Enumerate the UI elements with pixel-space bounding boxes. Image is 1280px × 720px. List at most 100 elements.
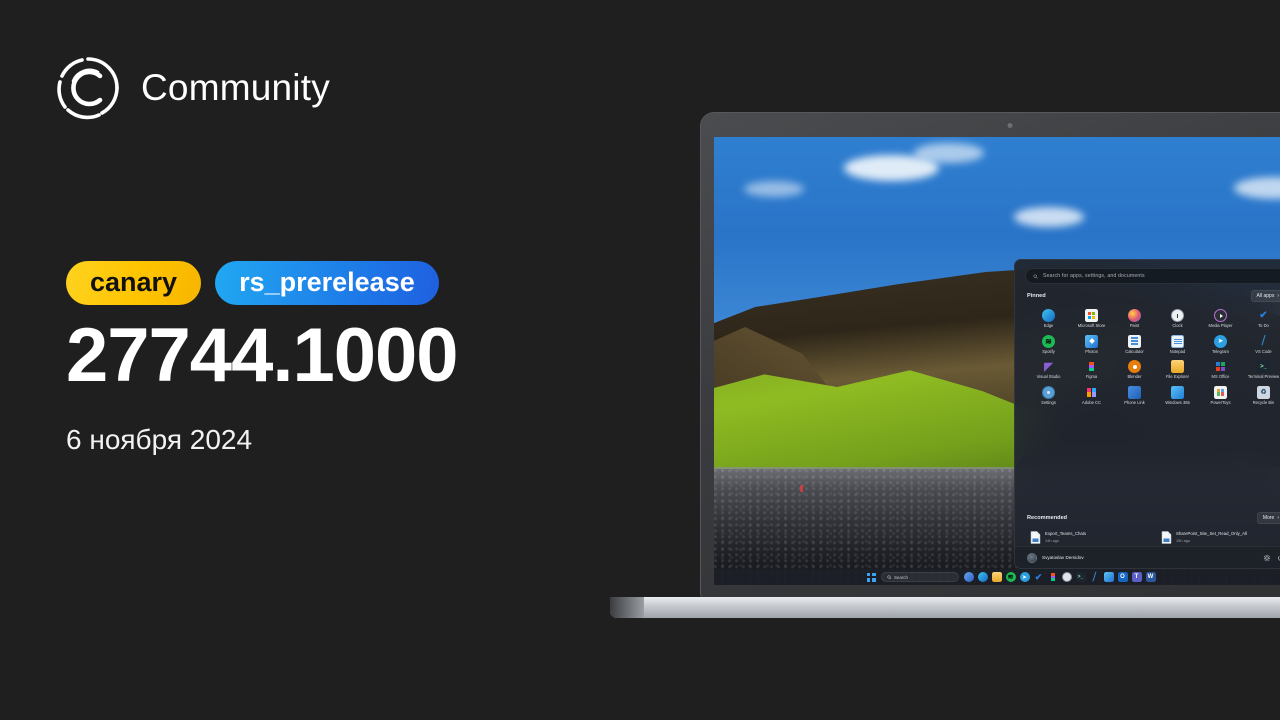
telegram-icon: ➤ (1214, 334, 1227, 348)
pinned-app-ms-office[interactable]: MS Office (1199, 358, 1242, 381)
taskbar-file-explorer-icon[interactable] (991, 572, 1002, 582)
pinned-app-recycle-bin[interactable]: ♻ Recycle Bin (1242, 384, 1280, 407)
pinned-app-blender[interactable]: Blender (1113, 358, 1156, 381)
laptop-screen: Search for apps, settings, and documents… (714, 137, 1280, 585)
pinned-app-label: Paint (1129, 323, 1140, 328)
pinned-app-vs-code[interactable]: ⧸ VS Code (1242, 333, 1280, 356)
calculator-icon (1128, 334, 1141, 348)
windows-start-icon[interactable] (866, 572, 876, 582)
avatar-icon[interactable] (1027, 552, 1037, 563)
pinned-app-visual-studio[interactable]: ◤ Visual Studio (1027, 358, 1070, 381)
pinned-app-notepad[interactable]: Notepad (1156, 333, 1199, 356)
pinned-app-label: Terminal Preview (1247, 374, 1280, 379)
pinned-app-label: Microsoft Store (1077, 323, 1106, 328)
taskbar-outlook-icon[interactable]: O (1117, 572, 1128, 582)
pinned-app-paint[interactable]: Paint (1113, 307, 1156, 330)
start-menu[interactable]: Search for apps, settings, and documents… (1014, 259, 1280, 569)
taskbar-photos-icon[interactable] (1103, 572, 1114, 582)
taskbar-telegram-icon[interactable]: ➤ (1019, 572, 1030, 582)
pinned-app-telegram[interactable]: ➤ Telegram (1199, 333, 1242, 356)
release-badges: canary rs_prerelease (66, 261, 439, 306)
build-number: 27744.1000 (66, 313, 459, 398)
start-search-input[interactable]: Search for apps, settings, and documents (1025, 268, 1280, 284)
document-icon (1030, 531, 1041, 544)
more-button[interactable]: More › (1256, 512, 1280, 524)
pinned-app-clock[interactable]: Clock (1156, 307, 1199, 330)
pinned-app-label: Figma (1085, 374, 1098, 379)
pinned-app-photos[interactable]: Photos (1070, 333, 1113, 356)
pinned-app-media-player[interactable]: Media Player (1199, 307, 1242, 330)
pinned-app-windows-365[interactable]: Windows 365 (1156, 384, 1199, 407)
start-account-bar: Svyatoslav Demidov (1015, 546, 1280, 568)
pinned-app-adobe-cc[interactable]: Adobe CC (1070, 384, 1113, 407)
branch-badge[interactable]: rs_prerelease (215, 261, 439, 306)
paint-icon (1128, 309, 1141, 322)
pinned-title: Pinned (1027, 293, 1046, 299)
chevron-right-icon: › (1277, 293, 1279, 299)
phone-link-icon (1128, 385, 1141, 399)
pinned-app-terminal-preview[interactable]: >_ Terminal Preview (1242, 358, 1280, 381)
terminal-preview-icon: >_ (1257, 360, 1270, 373)
recommended-item[interactable]: SharePoint_Site_Set_Read_Only_All 15h ago (1158, 529, 1280, 546)
adobe-cc-icon (1085, 386, 1098, 399)
pinned-app-calculator[interactable]: Calculator (1113, 333, 1156, 356)
recommended-title: Recommended (1027, 515, 1068, 521)
channel-badge[interactable]: canary (66, 261, 202, 306)
recycle-bin-icon: ♻ (1257, 385, 1270, 399)
pinned-app-to-do[interactable]: ✔ To Do (1242, 307, 1280, 330)
pinned-app-label: Recycle Bin (1252, 399, 1275, 405)
pinned-app-label: Windows 365 (1165, 399, 1190, 405)
pinned-app-edge[interactable]: Edge (1027, 307, 1070, 330)
file-explorer-icon (1171, 360, 1184, 373)
windows-365-icon (1171, 385, 1184, 399)
recommended-title-text: SharePoint_Site_Set_Read_Only_All (1176, 531, 1247, 537)
brand: Community (55, 55, 330, 121)
brand-name: Community (141, 67, 330, 108)
visual-studio-icon: ◤ (1044, 361, 1053, 373)
taskbar-copilot-icon[interactable] (963, 572, 974, 582)
recommended-subtitle: 15h ago (1176, 537, 1191, 543)
taskbar-teams-icon[interactable]: T (1131, 572, 1142, 582)
taskbar-figma-icon[interactable] (1048, 572, 1058, 582)
taskbar-clock-icon[interactable] (1061, 572, 1072, 582)
power-icon[interactable] (1276, 553, 1280, 562)
pinned-app-phone-link[interactable]: Phone Link (1113, 384, 1156, 407)
pinned-app-label: Calculator (1125, 348, 1144, 354)
pinned-app-file-explorer[interactable]: File Explorer (1156, 358, 1199, 381)
pinned-app-label: Blender (1127, 374, 1142, 379)
pinned-app-spotify[interactable]: ≋ Spotify (1027, 333, 1070, 356)
taskbar-to-do-icon[interactable]: ✔ (1034, 572, 1044, 582)
to-do-icon: ✔ (1259, 310, 1268, 321)
recommended-subtitle: 14h ago (1045, 537, 1060, 543)
taskbar-terminal-icon[interactable]: >_ (1075, 572, 1086, 582)
pinned-app-microsoft-store[interactable]: Microsoft Store (1070, 307, 1113, 330)
pinned-header: Pinned All apps › (1027, 290, 1280, 302)
pinned-app-label: Spotify (1042, 348, 1055, 354)
webcam-icon (1007, 123, 1013, 128)
all-apps-label: All apps (1256, 293, 1275, 299)
pinned-app-figma[interactable]: Figma (1070, 358, 1113, 381)
recommended-item[interactable]: Export_Teams_Chats 14h ago (1027, 529, 1154, 546)
taskbar-vs-code-icon[interactable]: ⧸ (1090, 572, 1100, 583)
taskbar-edge-icon[interactable] (977, 572, 988, 582)
pinned-app-label: Edge (1043, 323, 1054, 328)
taskbar-word-icon[interactable]: W (1145, 572, 1156, 582)
recommended-list: Export_Teams_Chats 14h ago SharePoint_Site… (1027, 529, 1280, 546)
document-icon (1161, 531, 1172, 544)
pinned-app-label: Notepad (1169, 348, 1186, 354)
search-icon (1033, 274, 1038, 279)
taskbar-spotify-icon[interactable]: ≋ (1005, 572, 1016, 582)
pinned-app-label: Adobe CC (1082, 399, 1101, 405)
pinned-app-powertoys[interactable]: PowerToys (1199, 384, 1242, 407)
taskbar[interactable]: Search ≋ ➤ ✔ >_ ⧸ O T W (714, 569, 1280, 585)
gear-icon[interactable] (1262, 553, 1271, 562)
taskbar-search-input[interactable]: Search (880, 572, 959, 582)
start-search-placeholder: Search for apps, settings, and documents (1043, 273, 1145, 279)
all-apps-button[interactable]: All apps › (1250, 290, 1280, 302)
laptop-base (610, 597, 1280, 618)
pinned-app-label: Visual Studio (1036, 374, 1061, 379)
pinned-app-label: Phone Link (1124, 399, 1145, 405)
pinned-app-label: Media Player (1208, 323, 1233, 328)
search-icon (886, 575, 891, 580)
pinned-app-settings[interactable]: Settings (1027, 384, 1070, 407)
